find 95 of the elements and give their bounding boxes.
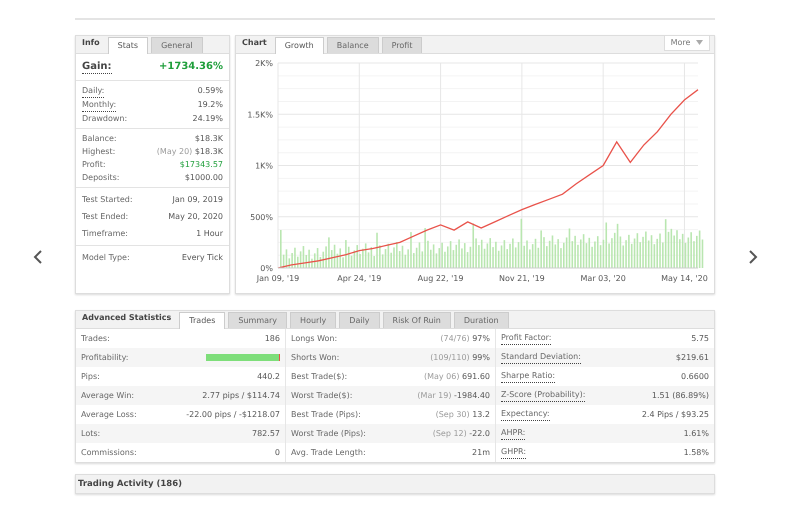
stat-label: Avg. Trade Length: bbox=[291, 446, 366, 458]
y-axis-label: 500% bbox=[250, 212, 273, 222]
stat-label: Average Loss: bbox=[81, 408, 137, 420]
stat-value: 21m bbox=[472, 446, 490, 458]
chevron-right-icon[interactable] bbox=[748, 250, 758, 264]
stat-label: Daily: bbox=[82, 84, 104, 98]
stat-label: Shorts Won: bbox=[291, 352, 340, 364]
stat-label: Profitability: bbox=[81, 352, 128, 364]
tab[interactable]: Daily bbox=[339, 312, 380, 328]
stat-label: Trades: bbox=[81, 332, 110, 344]
stat-label: Lots: bbox=[81, 428, 100, 440]
stat-value: 0.59% bbox=[198, 85, 223, 97]
stat-value: 0 bbox=[274, 446, 280, 458]
stat-label: Sharpe Ratio: bbox=[501, 370, 556, 383]
stat-label: Model Type: bbox=[82, 252, 130, 264]
stat-value: 1.61% bbox=[684, 428, 709, 440]
stat-value: (Mar 19) -1984.40 bbox=[417, 390, 490, 402]
stat-value: $18.3K bbox=[194, 133, 223, 145]
caret-icon bbox=[696, 40, 703, 46]
stat-label: Drawdown: bbox=[82, 113, 128, 125]
x-axis-label: Apr 24, '19 bbox=[337, 274, 382, 283]
stat-label: Standard Deviation: bbox=[501, 351, 581, 364]
tab[interactable]: Balance bbox=[326, 37, 379, 53]
stat-value: 782.57 bbox=[252, 428, 280, 440]
stat-value: Jan 09, 2019 bbox=[172, 194, 223, 206]
more-dropdown[interactable]: More bbox=[664, 35, 710, 51]
stat-value: 2.77 pips / $114.74 bbox=[202, 390, 280, 402]
x-axis-label: Jan 09, '19 bbox=[256, 274, 300, 283]
stat-label: Average Win: bbox=[81, 390, 134, 402]
tab[interactable]: Stats bbox=[108, 37, 148, 54]
stat-value: Every Tick bbox=[182, 252, 223, 264]
stat-value: (May 20) $18.3K bbox=[156, 146, 223, 158]
stat-label: Test Ended: bbox=[82, 211, 128, 223]
stat-label: Test Started: bbox=[82, 194, 133, 206]
stat-label: Highest: bbox=[82, 146, 116, 158]
tab[interactable]: Trades bbox=[179, 312, 226, 329]
stat-value: 19.2% bbox=[198, 99, 223, 111]
tab[interactable]: Growth bbox=[274, 37, 324, 54]
tab[interactable]: General bbox=[151, 37, 203, 53]
stat-label: AHPR: bbox=[501, 427, 526, 440]
x-axis-label: Mar 03, '20 bbox=[580, 274, 626, 283]
stat-label: Worst Trade (Pips): bbox=[291, 428, 366, 440]
stat-value: $219.61 bbox=[676, 352, 709, 364]
stat-label: Best Trade (Pips): bbox=[291, 408, 361, 420]
stat-value: 1.58% bbox=[684, 446, 709, 458]
stat-value: 1.51 (86.89%) bbox=[652, 390, 709, 402]
stat-label: Z-Score (Probability): bbox=[501, 389, 586, 402]
stat-value: 186 bbox=[264, 332, 280, 344]
stat-value: 5.75 bbox=[691, 332, 709, 344]
tab[interactable]: Duration bbox=[454, 312, 509, 328]
stat-value: 2.4 Pips / $93.25 bbox=[642, 408, 709, 420]
stat-value: (Sep 30) 13.2 bbox=[436, 408, 490, 420]
stat-value: (May 06) 691.60 bbox=[424, 370, 490, 382]
chevron-left-icon[interactable] bbox=[32, 250, 42, 264]
stat-value: $17343.57 bbox=[180, 159, 223, 171]
stat-label: Profit: bbox=[82, 159, 106, 171]
stat-value: (74/76) 97% bbox=[440, 332, 490, 344]
stat-label: Expectancy: bbox=[501, 408, 550, 421]
y-axis-label: 1K% bbox=[255, 162, 273, 170]
x-axis-label: Aug 22, '19 bbox=[418, 274, 464, 283]
stat-value: May 20, 2020 bbox=[168, 211, 223, 223]
stat-value: $1000.00 bbox=[184, 172, 223, 184]
stat-label: Deposits: bbox=[82, 172, 120, 184]
stat-label: Commissions: bbox=[81, 446, 137, 458]
panel-title: Info bbox=[82, 37, 101, 49]
stat-label: Best Trade($): bbox=[291, 370, 348, 382]
stat-label: Worst Trade($): bbox=[291, 390, 352, 402]
gain-label: Gain: bbox=[82, 60, 112, 74]
panel-title: Chart bbox=[242, 37, 268, 49]
stat-label: Balance: bbox=[82, 133, 117, 145]
stat-label: Timeframe: bbox=[82, 228, 128, 240]
stat-value: 1 Hour bbox=[196, 228, 223, 240]
stat-label: Profit Factor: bbox=[501, 332, 552, 345]
y-axis-label: 2K% bbox=[255, 59, 273, 68]
y-axis-label: 0% bbox=[260, 264, 273, 273]
stat-label: GHPR: bbox=[501, 446, 526, 459]
tab[interactable]: Summary bbox=[228, 312, 288, 328]
section-title: Trading Activity (186) bbox=[78, 478, 182, 490]
gain-value: +1734.36% bbox=[159, 60, 223, 74]
panel-title: Advanced Statistics bbox=[82, 312, 172, 324]
stat-label: Longs Won: bbox=[291, 332, 338, 344]
stat-value: (109/110) 99% bbox=[430, 352, 490, 364]
stat-value: (Sep 12) -22.0 bbox=[432, 428, 490, 440]
stat-label: Pips: bbox=[81, 370, 100, 382]
tab[interactable]: Profit bbox=[382, 37, 422, 53]
tab[interactable]: Hourly bbox=[290, 312, 336, 328]
y-axis-label: 1.5K% bbox=[247, 110, 273, 120]
x-axis-label: May 14, '20 bbox=[661, 274, 708, 283]
x-axis-label: Nov 21, '19 bbox=[498, 274, 545, 283]
stat-value: 440.2 bbox=[257, 370, 280, 382]
stat-value: 24.19% bbox=[192, 113, 223, 125]
stat-label: Monthly: bbox=[82, 98, 116, 112]
stat-value: -22.00 pips / -$1218.07 bbox=[186, 408, 280, 420]
tab[interactable]: Risk Of Ruin bbox=[382, 312, 451, 328]
stat-value: 0.6600 bbox=[681, 370, 709, 382]
